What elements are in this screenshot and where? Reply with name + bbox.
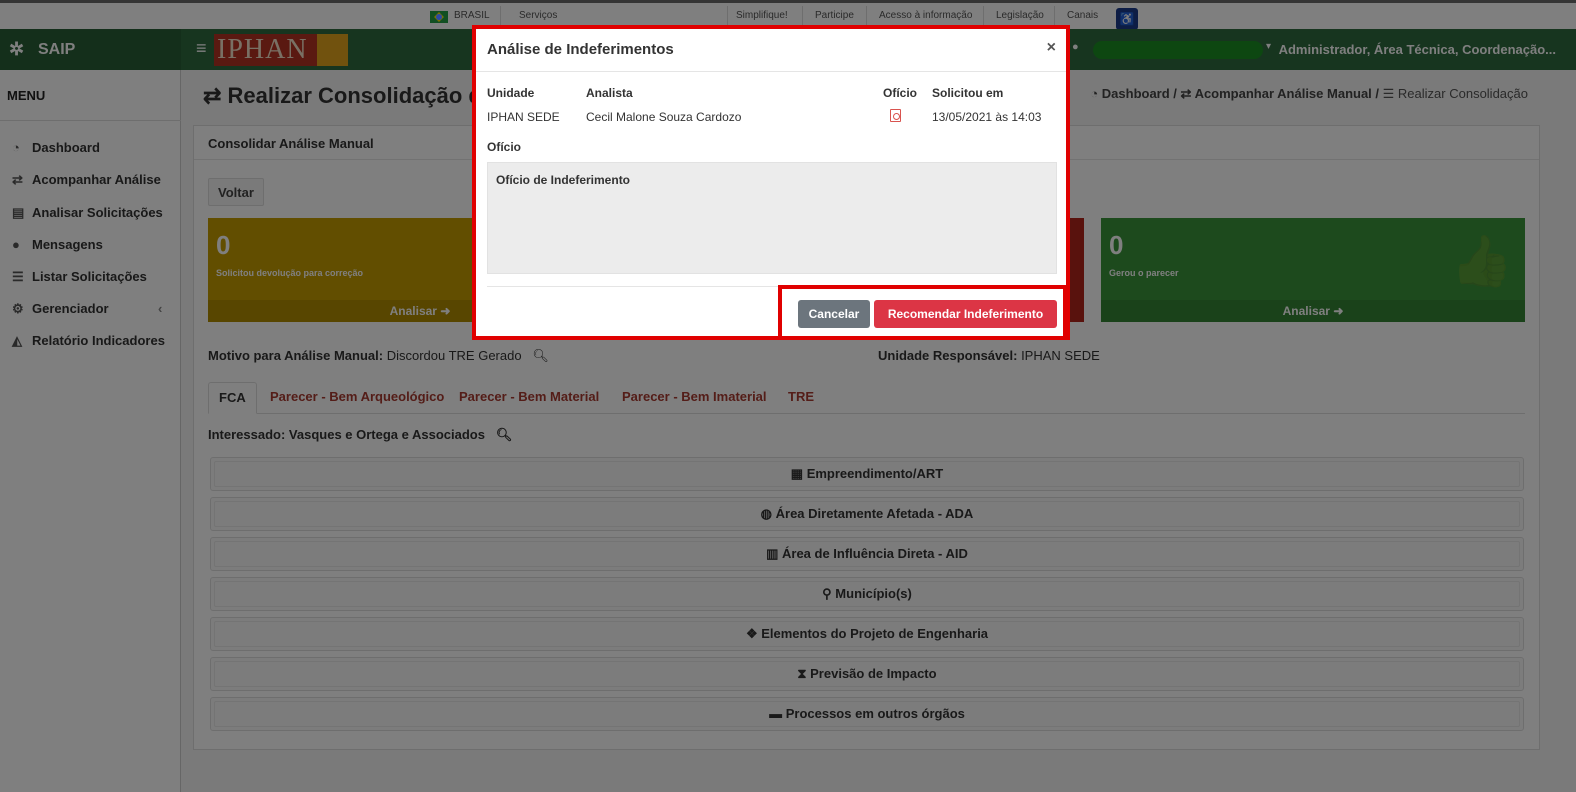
- col-unidade: Unidade: [487, 86, 535, 100]
- modal-title: Análise de Indeferimentos: [487, 41, 674, 58]
- cell-analista: Cecil Malone Souza Cardozo: [586, 110, 742, 124]
- cell-solicitou: 13/05/2021 às 14:03: [932, 110, 1042, 124]
- col-analista: Analista: [586, 86, 633, 100]
- cell-unidade: IPHAN SEDE: [487, 110, 560, 124]
- col-oficio: Ofício: [883, 86, 918, 100]
- cancel-button[interactable]: Cancelar: [798, 300, 870, 328]
- pdf-file-icon[interactable]: [890, 109, 901, 122]
- oficio-content: Ofício de Indeferimento: [487, 162, 1057, 274]
- oficio-label: Ofício: [487, 140, 522, 154]
- indeferimento-modal: Análise de Indeferimentos × Unidade Anal…: [472, 25, 1070, 340]
- modal-header: Análise de Indeferimentos ×: [476, 29, 1066, 72]
- col-solicitou: Solicitou em: [932, 86, 1004, 100]
- close-icon[interactable]: ×: [1047, 39, 1056, 57]
- recommend-indeferimento-button[interactable]: Recomendar Indeferimento: [874, 300, 1057, 328]
